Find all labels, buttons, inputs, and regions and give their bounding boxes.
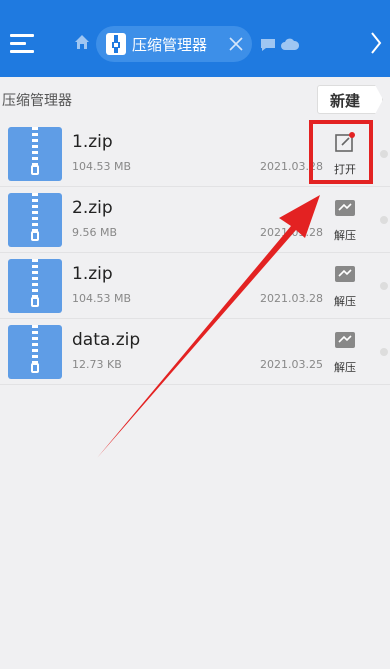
red-arrow bbox=[97, 195, 320, 458]
